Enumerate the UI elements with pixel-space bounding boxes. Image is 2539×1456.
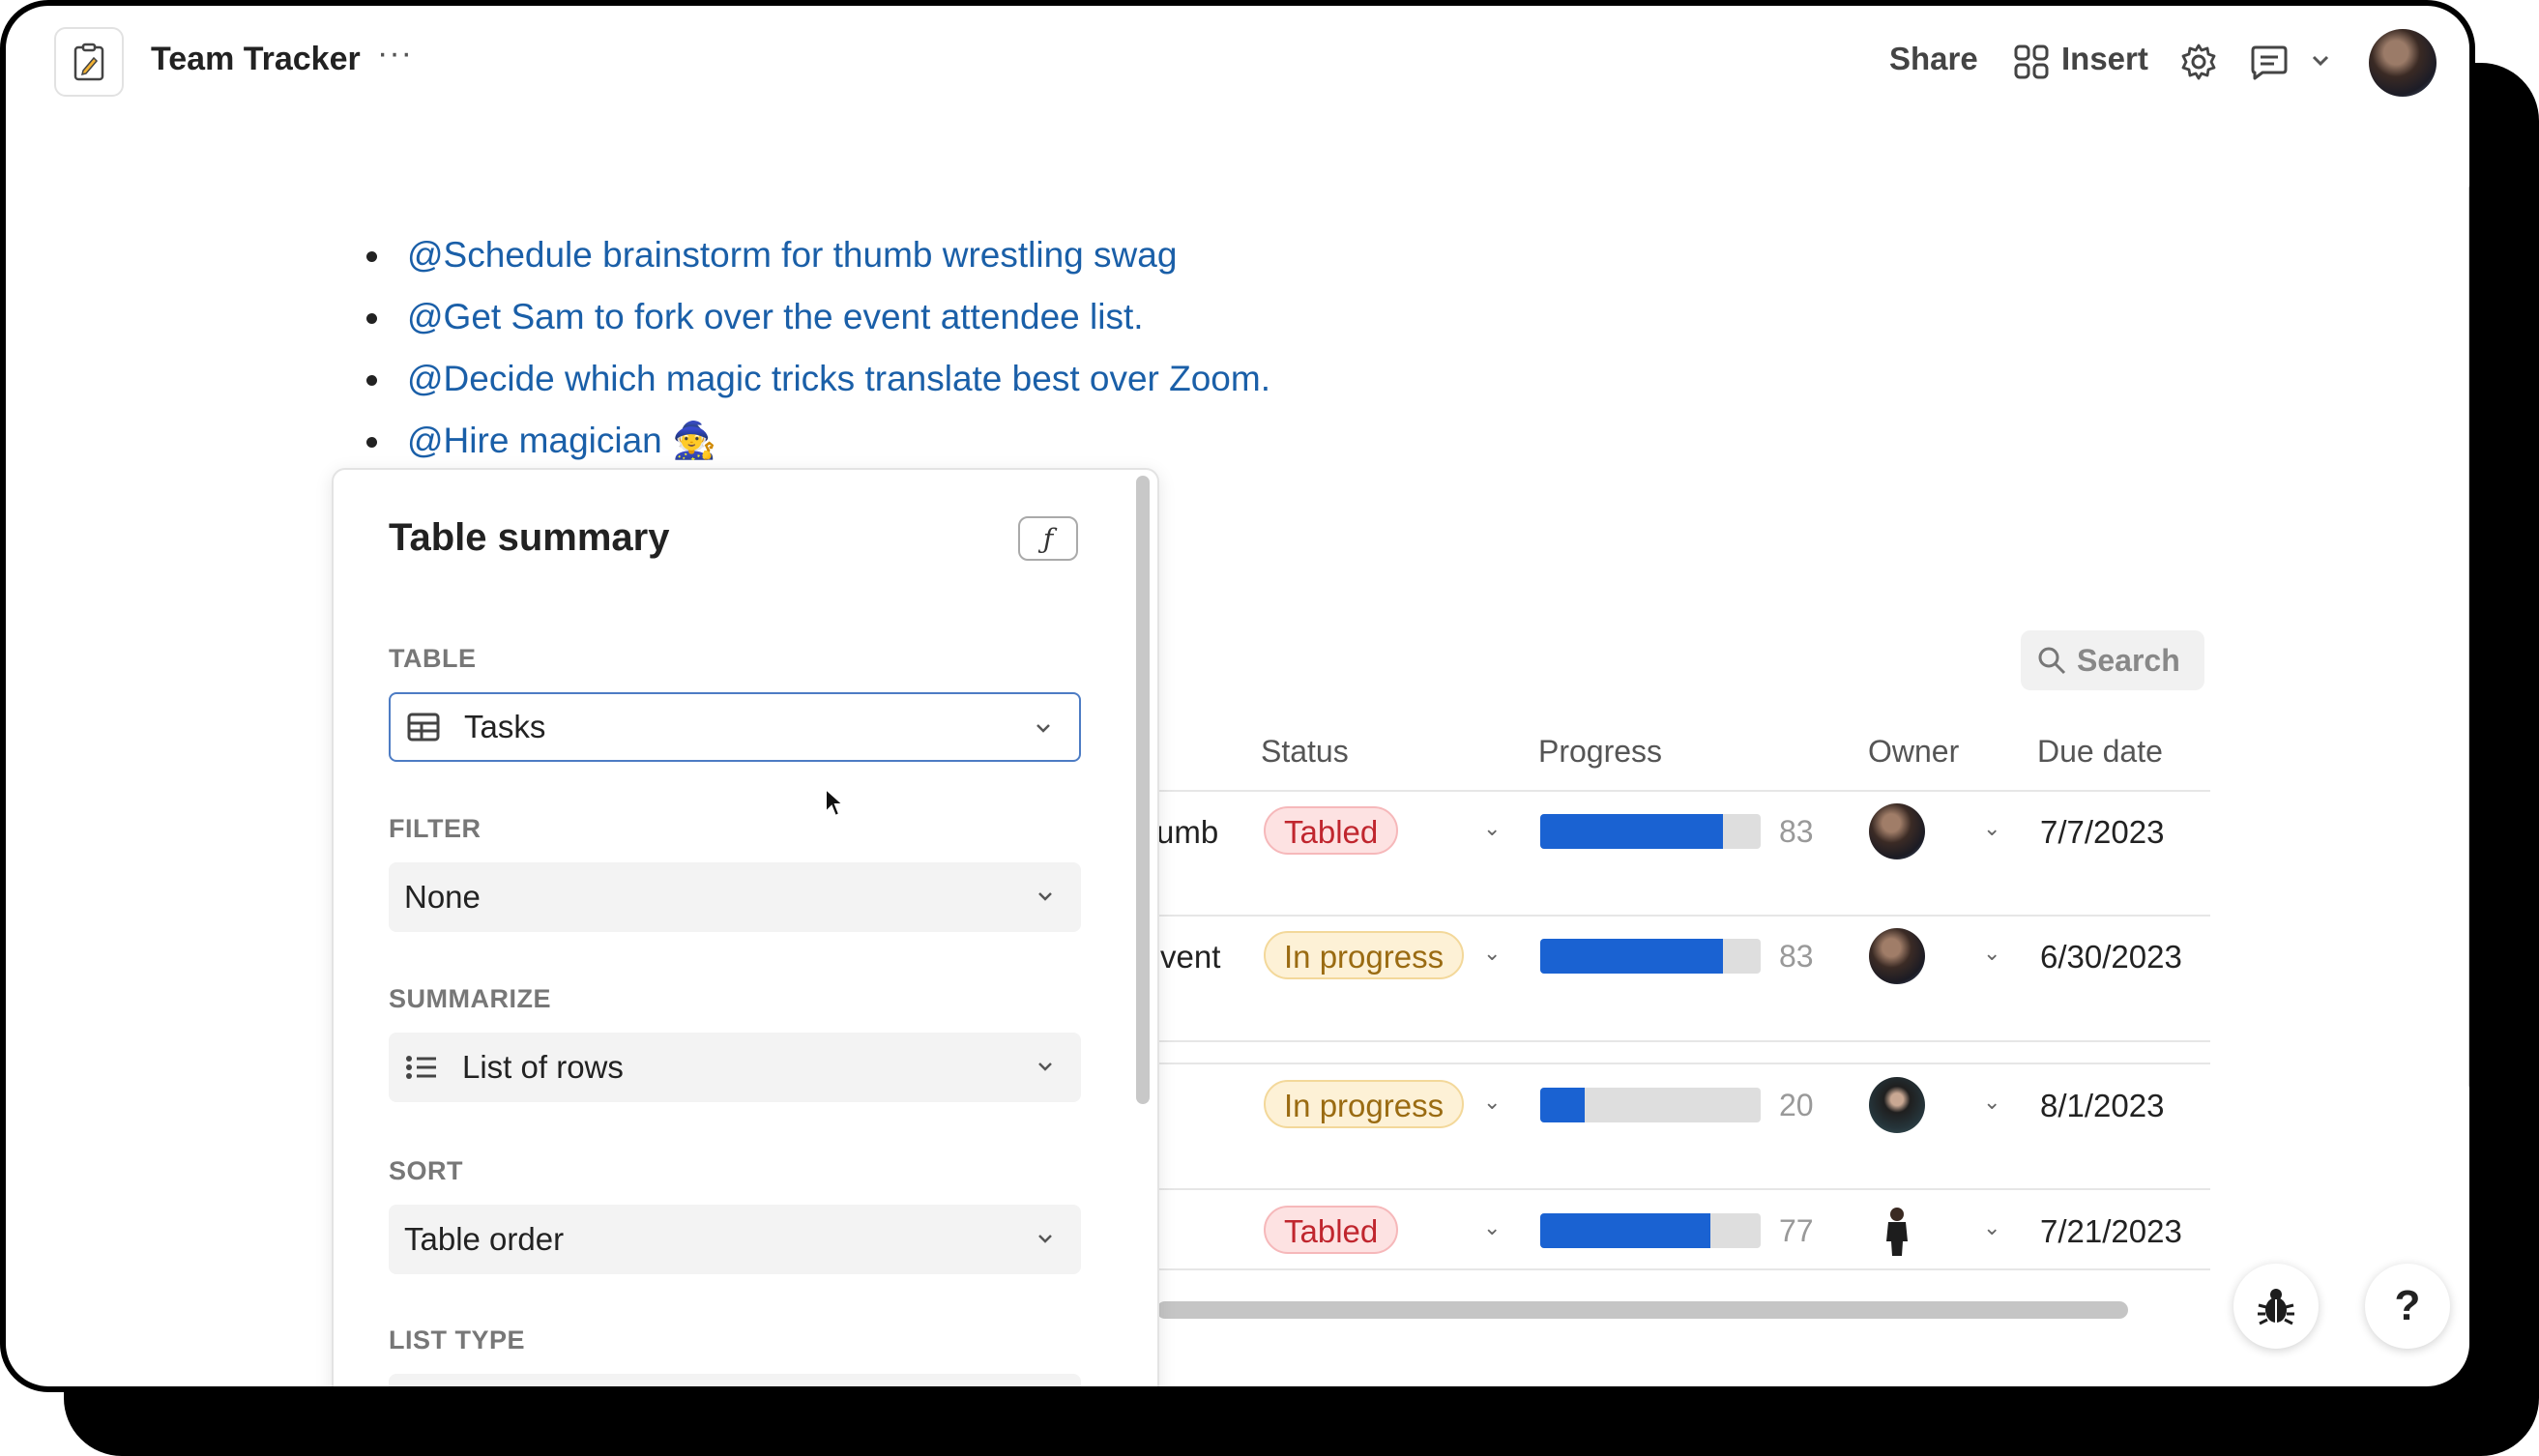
insert-grid-icon[interactable] xyxy=(2014,44,2049,84)
task-bullet-list: @Schedule brainstorm for thumb wrestling… xyxy=(359,228,1270,476)
list-icon xyxy=(404,1050,439,1085)
filter-label: FILTER xyxy=(389,814,482,843)
row-divider xyxy=(1156,1188,2210,1190)
sort-label: SORT xyxy=(389,1156,464,1185)
mouse-cursor-icon xyxy=(825,787,845,818)
vertical-scrollbar[interactable] xyxy=(2468,185,2469,1089)
progress-fill xyxy=(1540,1213,1710,1248)
sort-select[interactable]: Table order xyxy=(389,1205,1081,1274)
bullet-link[interactable]: @Get Sam to fork over the event attendee… xyxy=(359,290,1270,352)
insert-button[interactable]: Insert xyxy=(2061,41,2148,77)
chevron-down-icon[interactable]: ⌄ xyxy=(1983,816,2000,841)
status-badge[interactable]: Tabled xyxy=(1264,1206,1399,1254)
row-divider xyxy=(1156,790,2210,792)
table-icon xyxy=(406,710,441,744)
table-select-value: Tasks xyxy=(464,709,546,744)
row-divider xyxy=(1156,1063,2210,1064)
summarize-select-value: List of rows xyxy=(462,1049,624,1085)
gear-icon[interactable] xyxy=(2179,43,2218,86)
table-search[interactable]: Search xyxy=(2021,630,2204,690)
status-badge[interactable]: In progress xyxy=(1264,1080,1465,1128)
table-summary-panel: Table summary ƒ TABLE Tasks FILTER None … xyxy=(332,468,1159,1386)
clipboard-pencil-icon xyxy=(73,43,104,81)
app-window: Team Tracker ··· Share Insert @Schedule … xyxy=(0,0,2475,1392)
column-header-status[interactable]: Status xyxy=(1261,734,1349,770)
bug-icon xyxy=(2258,1289,2294,1325)
chevron-down-icon[interactable]: ⌄ xyxy=(1483,1215,1501,1240)
column-header-due-date[interactable]: Due date xyxy=(2037,734,2163,770)
progress-bar xyxy=(1540,1213,1761,1248)
table-label: TABLE xyxy=(389,644,477,673)
list-type-select[interactable] xyxy=(389,1374,1081,1386)
column-header-owner[interactable]: Owner xyxy=(1868,734,1959,770)
due-date-cell[interactable]: 6/30/2023 xyxy=(2040,939,2182,976)
progress-bar xyxy=(1540,1088,1761,1122)
summarize-select[interactable]: List of rows xyxy=(389,1033,1081,1102)
status-badge[interactable]: In progress xyxy=(1264,931,1465,979)
chevron-down-icon[interactable]: ⌄ xyxy=(1983,941,2000,966)
column-header-progress[interactable]: Progress xyxy=(1538,734,1662,770)
task-name-cell[interactable]: umb xyxy=(1156,814,1218,851)
owner-avatar[interactable] xyxy=(1869,803,1925,859)
status-badge[interactable]: Tabled xyxy=(1264,806,1399,855)
task-name-cell[interactable]: vent xyxy=(1160,939,1220,976)
chevron-down-icon[interactable]: ⌄ xyxy=(1483,1090,1501,1115)
progress-fill xyxy=(1540,1088,1585,1122)
chevron-down-icon[interactable] xyxy=(2311,54,2330,73)
horizontal-scrollbar[interactable] xyxy=(1156,1301,2128,1319)
chevron-down-icon[interactable]: ⌄ xyxy=(1483,816,1501,841)
due-date-cell[interactable]: 7/21/2023 xyxy=(2040,1213,2182,1250)
panel-title: Table summary xyxy=(389,516,670,559)
bug-report-button[interactable] xyxy=(2233,1264,2319,1349)
progress-value: 83 xyxy=(1779,814,1814,849)
chevron-down-icon xyxy=(1036,724,1050,733)
chevron-down-icon xyxy=(1038,1235,1052,1243)
filter-select[interactable]: None xyxy=(389,862,1081,932)
comment-icon[interactable] xyxy=(2249,44,2290,86)
chevron-down-icon[interactable]: ⌄ xyxy=(1983,1090,2000,1115)
filter-select-value: None xyxy=(404,879,481,915)
progress-bar xyxy=(1540,814,1761,849)
more-options-icon[interactable]: ··· xyxy=(377,35,413,73)
owner-avatar[interactable] xyxy=(1869,1203,1925,1259)
progress-fill xyxy=(1540,814,1724,849)
chevron-down-icon[interactable]: ⌄ xyxy=(1983,1215,2000,1240)
due-date-cell[interactable]: 7/7/2023 xyxy=(2040,814,2164,851)
progress-value: 83 xyxy=(1779,939,1814,974)
progress-value: 77 xyxy=(1779,1213,1814,1248)
row-divider xyxy=(1156,1268,2210,1270)
table-select[interactable]: Tasks xyxy=(389,692,1081,762)
bullet-link[interactable]: @Hire magician 🧙 xyxy=(359,414,1270,476)
person-figure-icon xyxy=(1886,1208,1908,1256)
sort-select-value: Table order xyxy=(404,1221,565,1257)
formula-button[interactable]: ƒ xyxy=(1018,516,1078,561)
bullet-link[interactable]: @Schedule brainstorm for thumb wrestling… xyxy=(359,228,1270,290)
panel-scrollbar[interactable] xyxy=(1136,476,1150,1104)
summarize-label: SUMMARIZE xyxy=(389,984,551,1013)
doc-icon[interactable] xyxy=(54,27,124,97)
owner-avatar[interactable] xyxy=(1869,928,1925,984)
chevron-down-icon[interactable]: ⌄ xyxy=(1483,941,1501,966)
row-divider xyxy=(1156,1040,2210,1042)
chevron-down-icon xyxy=(1038,1063,1052,1071)
progress-bar xyxy=(1540,939,1761,974)
due-date-cell[interactable]: 8/1/2023 xyxy=(2040,1088,2164,1124)
row-divider xyxy=(1156,915,2210,917)
chevron-down-icon xyxy=(1038,892,1052,901)
doc-title[interactable]: Team Tracker xyxy=(151,41,361,78)
search-label: Search xyxy=(2077,642,2180,678)
share-button[interactable]: Share xyxy=(1889,41,1978,77)
progress-value: 20 xyxy=(1779,1088,1814,1122)
progress-fill xyxy=(1540,939,1724,974)
list-type-label: LIST TYPE xyxy=(389,1325,526,1354)
search-icon xyxy=(2038,647,2066,675)
user-avatar[interactable] xyxy=(2369,29,2437,97)
owner-avatar[interactable] xyxy=(1869,1077,1925,1133)
bullet-link[interactable]: @Decide which magic tricks translate bes… xyxy=(359,352,1270,414)
help-button[interactable]: ? xyxy=(2365,1264,2450,1349)
